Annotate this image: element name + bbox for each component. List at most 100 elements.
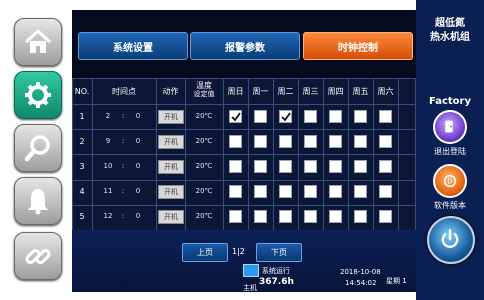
row-number: 2 xyxy=(79,136,85,146)
logout-button[interactable] xyxy=(433,110,467,144)
product-title-line2: 热水机组 xyxy=(430,32,470,43)
time-display: 14:54:02 xyxy=(345,279,377,287)
day-checkbox[interactable] xyxy=(229,210,242,224)
software-version-label: 软件版本 xyxy=(434,201,466,210)
day-checkbox[interactable] xyxy=(354,185,367,199)
total-pages: 2 xyxy=(239,247,245,256)
day-checkbox[interactable] xyxy=(229,134,242,148)
time-minute[interactable]: 0 xyxy=(128,112,148,120)
grid-line-v xyxy=(248,78,249,230)
power-icon xyxy=(441,229,459,248)
time-minute[interactable]: 0 xyxy=(128,212,148,220)
runtime-label: 系统运行 xyxy=(262,267,290,275)
next-page-button[interactable]: 下页 xyxy=(256,243,302,262)
day-checkbox[interactable] xyxy=(254,109,267,123)
action-button[interactable]: 开机 xyxy=(158,185,184,200)
action-button[interactable]: 开机 xyxy=(158,160,184,174)
header-temp-setpoint: 设定值 xyxy=(193,90,215,98)
grid-line-v xyxy=(156,78,157,230)
time-hour[interactable]: 12 xyxy=(98,212,118,220)
day-checkbox[interactable] xyxy=(379,109,392,123)
action-button[interactable]: 开机 xyxy=(158,109,184,124)
grid-line-v xyxy=(323,78,324,230)
bell-icon xyxy=(28,189,48,215)
day-checkbox[interactable] xyxy=(279,109,292,123)
nav-settings-button[interactable] xyxy=(14,71,62,119)
grid-line-v xyxy=(398,78,399,230)
prev-page-button[interactable]: 上页 xyxy=(182,243,228,262)
search-icon xyxy=(24,135,50,162)
day-checkbox[interactable] xyxy=(354,134,367,148)
day-checkbox[interactable] xyxy=(329,109,342,123)
day-checkbox[interactable] xyxy=(254,134,267,148)
day-checkbox[interactable] xyxy=(379,134,392,148)
time-hour[interactable]: 9 xyxy=(98,137,118,145)
header-temp: 温度 xyxy=(196,81,212,90)
time-hour[interactable]: 11 xyxy=(98,187,118,195)
time-hour[interactable]: 2 xyxy=(98,112,118,120)
check-icon xyxy=(281,112,291,121)
day-checkbox[interactable] xyxy=(329,134,342,148)
row-number: 1 xyxy=(79,111,85,121)
temp-setpoint[interactable]: 20℃ xyxy=(185,212,223,220)
day-checkbox[interactable] xyxy=(329,160,342,173)
runtime-value: 367.6h xyxy=(259,277,294,287)
temp-setpoint[interactable]: 20℃ xyxy=(185,187,223,195)
day-checkbox[interactable] xyxy=(229,185,242,199)
day-checkbox[interactable] xyxy=(279,210,292,224)
nav-alarm-button[interactable] xyxy=(14,177,62,225)
nav-search-button[interactable] xyxy=(14,124,62,172)
header-no: NO. xyxy=(74,87,90,96)
day-checkbox[interactable] xyxy=(304,210,317,224)
link-icon xyxy=(25,249,51,264)
time-minute[interactable]: 0 xyxy=(128,137,148,145)
home-icon xyxy=(24,28,52,53)
day-checkbox[interactable] xyxy=(279,185,292,199)
nav-home-button[interactable] xyxy=(14,18,62,66)
nav-link-button[interactable] xyxy=(14,232,62,280)
schedule-table: NO. 时间点 动作 温度 设定值 周日 周一 周二 周三 周四 周五 周六 1 2:0 开机 20℃ 2 9:0… xyxy=(72,78,416,231)
day-checkbox[interactable] xyxy=(329,185,342,199)
time-hour[interactable]: 10 xyxy=(98,162,118,170)
day-checkbox[interactable] xyxy=(229,160,242,173)
day-checkbox[interactable] xyxy=(254,210,267,224)
grid-line-v xyxy=(298,78,299,230)
day-checkbox[interactable] xyxy=(254,185,267,199)
day-checkbox[interactable] xyxy=(304,134,317,148)
day-checkbox[interactable] xyxy=(279,160,292,173)
day-checkbox[interactable] xyxy=(254,160,267,173)
time-separator: : xyxy=(121,187,125,196)
action-button[interactable]: 开机 xyxy=(158,210,184,225)
time-minute[interactable]: 0 xyxy=(128,187,148,195)
temp-setpoint[interactable]: 20℃ xyxy=(185,162,223,170)
day-checkbox[interactable] xyxy=(379,210,392,224)
header-day: 周日 xyxy=(227,87,244,96)
version-icon: D xyxy=(443,174,457,188)
temp-setpoint[interactable]: 20℃ xyxy=(185,112,223,120)
day-checkbox[interactable] xyxy=(354,210,367,224)
day-checkbox[interactable] xyxy=(304,160,317,173)
temp-setpoint[interactable]: 20℃ xyxy=(185,137,223,145)
power-button[interactable] xyxy=(427,216,475,264)
grid-line-v xyxy=(273,78,274,230)
day-checkbox[interactable] xyxy=(304,185,317,199)
day-checkbox[interactable] xyxy=(354,160,367,173)
host-monitor-icon xyxy=(243,264,259,277)
header-time: 时间点 xyxy=(112,87,136,96)
day-checkbox[interactable] xyxy=(304,109,317,123)
day-checkbox[interactable] xyxy=(379,160,392,173)
grid-line-h xyxy=(72,154,415,156)
day-checkbox[interactable] xyxy=(354,109,367,123)
time-minute[interactable]: 0 xyxy=(128,162,148,170)
day-checkbox[interactable] xyxy=(329,210,342,224)
day-checkbox[interactable] xyxy=(229,109,242,123)
software-version-button[interactable]: D xyxy=(433,164,467,198)
day-checkbox[interactable] xyxy=(379,185,392,199)
grid-line-h xyxy=(72,129,415,131)
tab-clock-control[interactable]: 时钟控制 xyxy=(303,32,413,60)
day-checkbox[interactable] xyxy=(279,134,292,148)
action-button[interactable]: 开机 xyxy=(158,134,184,149)
tab-alarm-parameters[interactable]: 报警参数 xyxy=(190,32,300,60)
tab-system-settings[interactable]: 系统设置 xyxy=(78,32,188,60)
row-number: 5 xyxy=(79,212,85,222)
